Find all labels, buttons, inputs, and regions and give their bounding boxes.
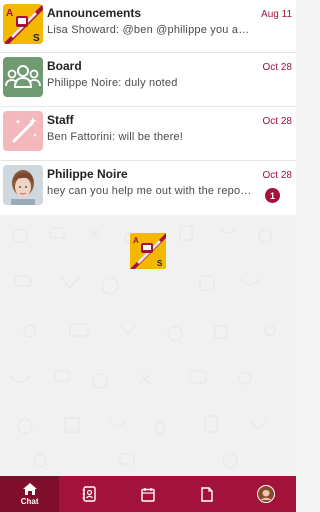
logo-letter-s: S [33,33,40,44]
tab-chat[interactable]: Chat [0,476,60,512]
chat-row-board[interactable]: Board Philippe Noire: duly noted Oct 28 [0,53,296,107]
magic-wand-icon [3,111,43,151]
chat-name: Philippe Noire [47,167,128,181]
logo-letter-a: A [6,8,13,19]
home-icon [22,483,37,495]
chat-preview: Philippe Noire: duly noted [47,77,178,89]
logo-letter-a: A [133,236,139,245]
chat-list: A S Announcements Lisa Showard: @ben @ph… [0,0,296,215]
chat-date: Oct 28 [262,62,292,73]
chat-preview: Lisa Showard: @ben @philippe you are g..… [47,24,253,36]
app-logo-icon: A S [130,233,166,269]
chat-date: Aug 11 [261,9,292,20]
group-icon [3,57,43,97]
tab-contacts[interactable] [59,476,118,512]
profile-avatar [257,485,276,503]
bottom-navigation: Chat [0,476,296,512]
logo-letter-s: S [157,259,163,268]
chat-name: Staff [47,113,74,127]
tab-label: Chat [20,497,39,506]
chat-preview: hey can you help me out with the report? [47,185,253,197]
chat-row-philippe-noire[interactable]: Philippe Noire hey can you help me out w… [0,161,296,215]
tab-profile[interactable] [237,476,296,512]
document-icon [201,486,213,502]
chat-date: Oct 28 [262,116,292,127]
app-logo-icon: A S [3,4,43,44]
chat-name: Announcements [47,6,142,20]
contacts-icon [82,486,96,502]
unread-badge: 1 [265,188,280,203]
tab-documents[interactable] [178,476,237,512]
chat-preview: Ben Fattorini: will be there! [47,131,184,143]
chat-row-staff[interactable]: Staff Ben Fattorini: will be there! Oct … [0,107,296,161]
chat-date: Oct 28 [262,170,292,181]
calendar-icon [141,487,155,502]
tab-calendar[interactable] [118,476,177,512]
chat-name: Board [47,59,82,73]
chat-row-announcements[interactable]: A S Announcements Lisa Showard: @ben @ph… [0,0,296,53]
user-photo [3,165,43,205]
